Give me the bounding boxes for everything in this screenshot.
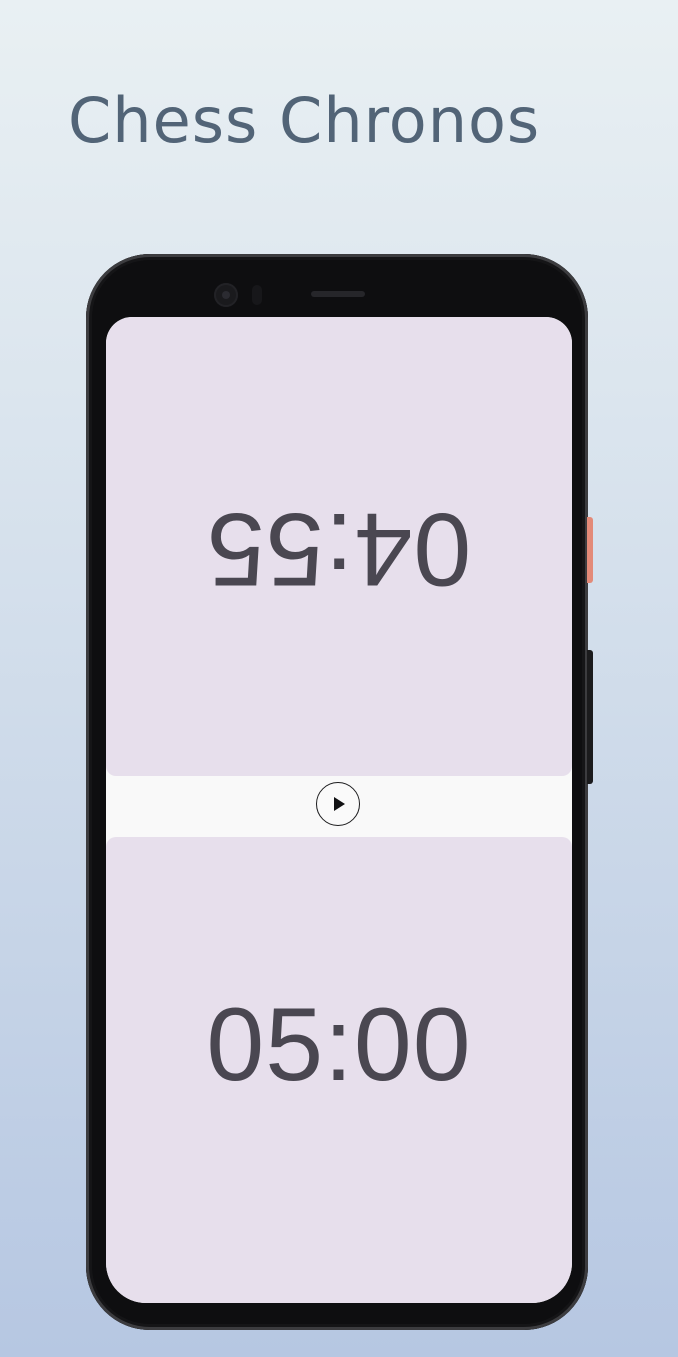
page-title: Chess Chronos [68, 84, 541, 157]
sensor [252, 285, 262, 305]
app-screen: 04:55 05:00 [106, 317, 572, 1303]
camera-icon [214, 283, 238, 307]
opponent-timer-display: 04:55 [206, 490, 472, 607]
power-button [587, 517, 593, 583]
opponent-timer-panel[interactable]: 04:55 [106, 317, 572, 776]
player-timer-display: 05:00 [206, 987, 472, 1103]
player-timer-panel[interactable]: 05:00 [106, 837, 572, 1303]
play-icon [334, 797, 345, 811]
speaker-grille [311, 291, 365, 297]
play-button[interactable] [316, 782, 360, 826]
control-bar [106, 776, 572, 837]
volume-button [587, 650, 593, 784]
